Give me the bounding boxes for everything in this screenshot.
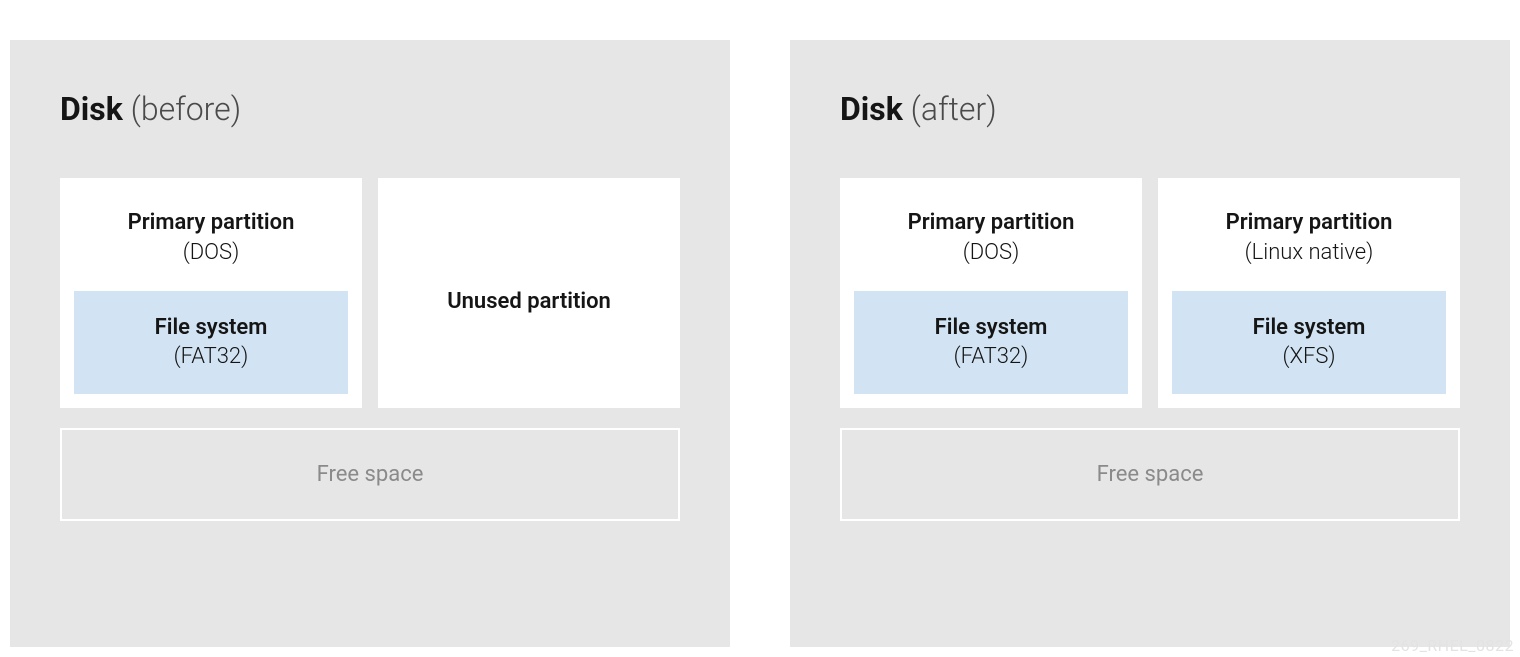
watermark: 269_RHEL_0822 <box>1391 636 1514 655</box>
disk-before-panel: Disk (before) Primary partition (DOS) Fi… <box>10 40 730 647</box>
after-freespace: Free space <box>840 428 1460 521</box>
disk-after-title: Disk (after) <box>840 90 1460 128</box>
disk-after-title-bold: Disk <box>840 90 903 128</box>
before-partition-0-label: Primary partition (DOS) <box>128 208 295 267</box>
disk-before-title-light: (before) <box>123 90 241 128</box>
before-freespace: Free space <box>60 428 680 521</box>
before-partition-1: Unused partition <box>378 178 680 408</box>
after-partition-1: Primary partition (Linux native) File sy… <box>1158 178 1460 408</box>
after-partition-0-label: Primary partition (DOS) <box>908 208 1075 267</box>
before-partition-0: Primary partition (DOS) File system (FAT… <box>60 178 362 408</box>
before-partitions-row: Primary partition (DOS) File system (FAT… <box>60 178 680 408</box>
before-partition-1-unused: Unused partition <box>447 289 611 314</box>
disk-after-panel: Disk (after) Primary partition (DOS) Fil… <box>790 40 1510 647</box>
disk-before-title-bold: Disk <box>60 90 123 128</box>
after-partition-0: Primary partition (DOS) File system (FAT… <box>840 178 1142 408</box>
after-partition-1-label: Primary partition (Linux native) <box>1226 208 1393 267</box>
after-partition-0-fs: File system (FAT32) <box>854 291 1128 394</box>
after-partition-1-fs: File system (XFS) <box>1172 291 1446 394</box>
disk-after-title-light: (after) <box>903 90 997 128</box>
before-partition-0-fs: File system (FAT32) <box>74 291 348 394</box>
after-partitions-row: Primary partition (DOS) File system (FAT… <box>840 178 1460 408</box>
disk-before-title: Disk (before) <box>60 90 680 128</box>
